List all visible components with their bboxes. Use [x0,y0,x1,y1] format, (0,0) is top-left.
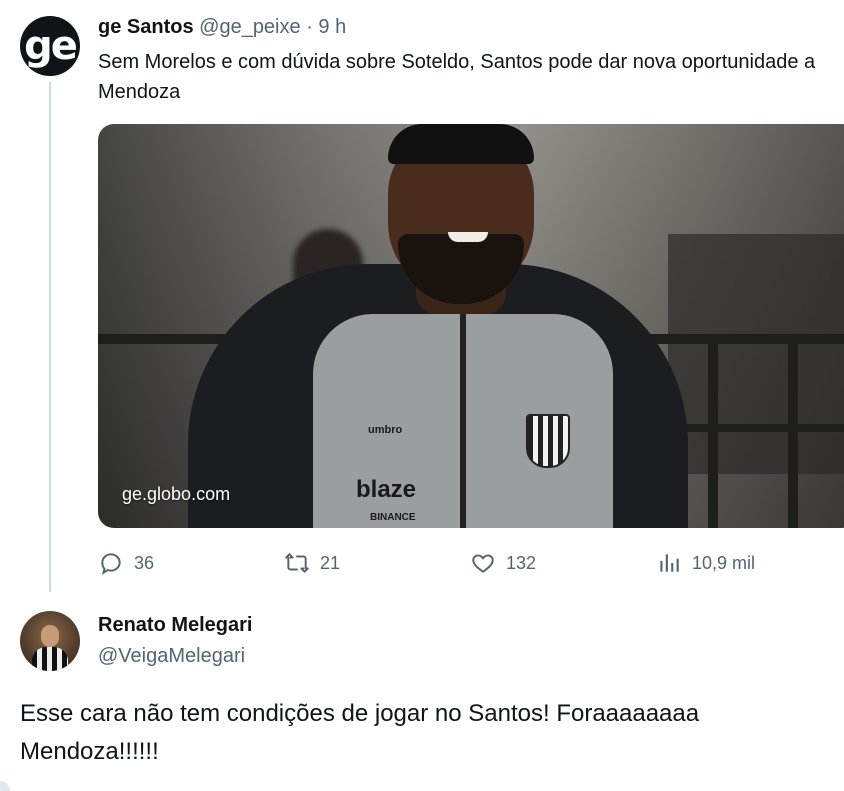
photo-window [668,234,844,474]
photo-smile [448,232,488,242]
thread-line [49,82,51,592]
reply-author-name[interactable]: Renato Melegari [98,614,252,637]
retweet-button[interactable]: 21 [284,546,340,580]
reply-button[interactable]: 36 [98,546,154,580]
photo-zipper [460,314,466,528]
tweet-author-name[interactable]: ge Santos [98,16,194,38]
reply-text: Esse cara não tem condições de jogar no … [20,700,700,765]
views-button[interactable]: 10,9 mil [656,546,755,580]
header-separator: · [306,16,313,38]
views-count: 10,9 mil [692,552,756,573]
photo-railing-post [788,334,798,528]
like-button[interactable]: 132 [470,546,536,580]
shirt-sponsor-umbro: umbro [368,424,403,436]
heart-icon [472,554,494,573]
ge-santos-avatar[interactable]: ge [20,16,80,76]
tweet-author-handle[interactable]: @ge_peixe [199,16,300,38]
reply-icon [101,553,121,575]
shirt-sponsor-blaze: blaze [356,476,417,503]
media-watermark: ge.globo.com [122,484,231,504]
tweet-actions: 36 21 132 10,9 mil [98,546,798,580]
views-icon [660,554,679,572]
tweet-text: Sem Morelos e com dúvida sobre Soteldo, … [98,51,816,103]
tweet-media-photo[interactable]: umbro blaze BINANCE ge.globo.com [98,124,844,528]
avatar-logo-text: ge [24,23,78,69]
shirt-sponsor-binance: BINANCE [370,512,416,523]
santos-crest [526,414,570,468]
avatar-shirt [32,647,68,671]
photo-railing-post [708,334,718,528]
reply-author-handle[interactable]: @VeigaMelegari [98,645,245,668]
tweet-header: ge Santos @ge_peixe · 9 h [98,16,346,39]
renato-melegari-avatar[interactable] [20,611,80,671]
avatar-head [41,625,59,647]
retweet-icon [285,553,309,573]
tweet-time[interactable]: 9 h [318,16,346,38]
corner-decoration [0,781,10,791]
photo-hair [388,124,534,164]
like-count: 132 [506,552,537,573]
reply-count: 36 [134,552,155,573]
retweet-count: 21 [320,552,341,573]
